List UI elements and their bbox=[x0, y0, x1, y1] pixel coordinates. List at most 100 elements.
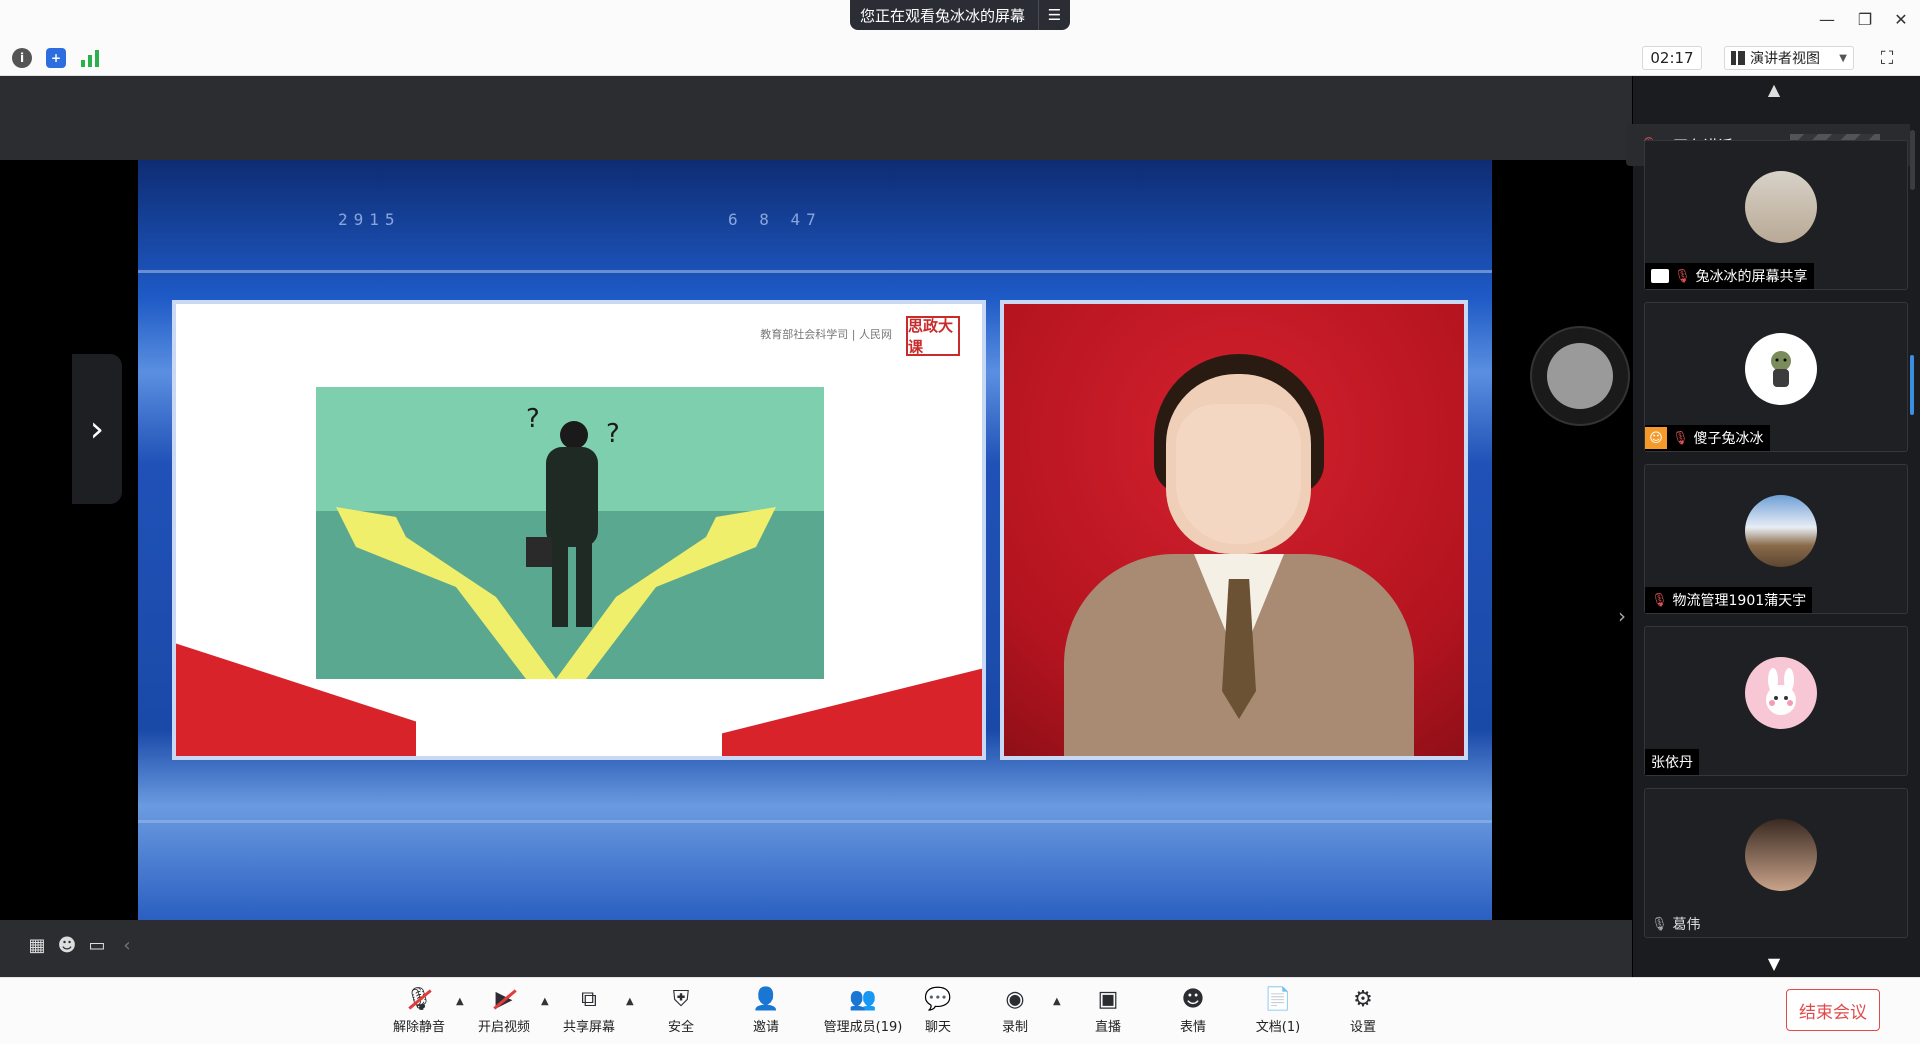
participant-card[interactable]: 🎙 葛伟 bbox=[1644, 788, 1908, 938]
security-button[interactable]: ⛨ 安全 bbox=[641, 986, 721, 1038]
share-screen-button[interactable]: ⧉ 共享屏幕 bbox=[549, 986, 629, 1038]
avatar bbox=[1745, 333, 1817, 405]
signal-icon[interactable] bbox=[80, 48, 100, 68]
caret-up-icon[interactable]: ▲ bbox=[541, 996, 549, 1007]
avatar bbox=[1745, 495, 1817, 567]
restore-button[interactable]: ❐ bbox=[1850, 6, 1880, 32]
chevron-left-icon[interactable]: ‹ bbox=[116, 935, 138, 956]
speaker-view-icon bbox=[1731, 51, 1745, 65]
add-user-icon: 👤 bbox=[752, 986, 780, 1012]
mic-muted-icon: 🎙 bbox=[405, 986, 433, 1012]
invite-button[interactable]: 👤 邀请 bbox=[726, 986, 806, 1038]
slide-header-text: 教育部社会科学司 | 人民网 bbox=[760, 328, 892, 341]
mic-muted-icon: 🎙 bbox=[1651, 916, 1668, 932]
start-video-button[interactable]: ▶ 开启视频 bbox=[464, 986, 544, 1038]
caret-up-icon[interactable]: ▲ bbox=[1053, 996, 1061, 1007]
docs-label: 文档(1) bbox=[1255, 1020, 1301, 1035]
participant-card[interactable]: ☺ 🎙 傻子兔冰冰 bbox=[1644, 302, 1908, 452]
fullscreen-icon[interactable]: ⛶ bbox=[1876, 47, 1898, 69]
live-button[interactable]: ▣ 直播 bbox=[1068, 986, 1148, 1038]
slide-content: 教育部社会科学司 | 人民网 思政大课 ? ? bbox=[172, 300, 986, 760]
svg-text:?: ? bbox=[606, 419, 620, 449]
unmute-button[interactable]: 🎙 解除静音 bbox=[379, 986, 459, 1038]
participant-tag: ☺ 🎙 傻子兔冰冰 bbox=[1645, 425, 1770, 451]
decorative-digits: 2915 bbox=[338, 210, 401, 229]
invite-label: 邀请 bbox=[752, 1020, 779, 1035]
participant-tag: 🎙 物流管理1901蒲天宇 bbox=[1645, 587, 1813, 613]
share-screen-icon: ⧉ bbox=[581, 986, 597, 1012]
share-status-banner[interactable]: 您正在观看兔冰冰的屏幕 ☰ bbox=[850, 0, 1070, 30]
chevron-right-icon[interactable]: › bbox=[1612, 601, 1632, 631]
caret-up-icon[interactable]: ▲ bbox=[626, 996, 634, 1007]
emoji-icon[interactable]: ☻ bbox=[56, 935, 78, 956]
mic-muted-icon: 🎙 bbox=[1651, 592, 1668, 608]
svg-text:?: ? bbox=[526, 404, 540, 434]
record-icon: ◉ bbox=[1005, 986, 1025, 1012]
participant-tag: 🎙 葛伟 bbox=[1645, 911, 1707, 937]
chevron-right-icon[interactable]: › bbox=[72, 354, 122, 504]
avatar bbox=[1745, 171, 1817, 243]
chevron-down-icon: ▼ bbox=[1839, 52, 1847, 64]
meeting-info-bar: i + 02:17 演讲者视图 ▼ ⛶ bbox=[0, 38, 1920, 76]
gear-icon: ⚙ bbox=[1353, 986, 1373, 1012]
document-icon: 📄 bbox=[1264, 986, 1292, 1012]
crossroads-illustration: ? ? bbox=[316, 387, 824, 679]
chat-button[interactable]: 💬 聊天 bbox=[898, 986, 978, 1038]
live-label: 直播 bbox=[1094, 1020, 1121, 1035]
triangle-up-icon[interactable]: ▲ bbox=[1762, 80, 1786, 99]
scrollbar-thumb[interactable] bbox=[1910, 355, 1914, 415]
speaker-video bbox=[1000, 300, 1468, 760]
scrollbar[interactable] bbox=[1910, 130, 1915, 190]
avatar bbox=[1745, 657, 1817, 729]
caption-icon[interactable]: ▭ bbox=[86, 935, 108, 956]
settings-button[interactable]: ⚙ 设置 bbox=[1323, 986, 1403, 1038]
info-icon[interactable]: i bbox=[12, 48, 32, 68]
manage-members-label: 管理成员(19) bbox=[823, 1020, 903, 1035]
settings-label: 设置 bbox=[1349, 1020, 1376, 1035]
live-stream-icon: ▣ bbox=[1097, 986, 1119, 1012]
meeting-timer: 02:17 bbox=[1642, 46, 1702, 70]
shield-icon: ⛨ bbox=[672, 986, 690, 1012]
participant-tag: 张依丹 bbox=[1645, 749, 1699, 775]
participant-card[interactable]: 张依丹 bbox=[1644, 626, 1908, 776]
shield-icon[interactable]: + bbox=[46, 48, 66, 68]
participant-card[interactable]: 🎙 物流管理1901蒲天宇 bbox=[1644, 464, 1908, 614]
chat-label: 聊天 bbox=[924, 1020, 951, 1035]
participant-name: 葛伟 bbox=[1672, 917, 1701, 933]
unmute-label: 解除静音 bbox=[392, 1020, 445, 1035]
shared-video-frame: 2915 6 8 47 教育部社会科学司 | 人民网 思政大课 ? ? bbox=[138, 160, 1492, 920]
triangle-down-icon[interactable]: ▼ bbox=[1762, 954, 1786, 973]
video-off-icon: ▶ bbox=[489, 986, 519, 1012]
reactions-button[interactable]: ☻ 表情 bbox=[1153, 986, 1233, 1038]
minimize-button[interactable]: — bbox=[1812, 6, 1842, 32]
host-icon: ☺ bbox=[1645, 427, 1667, 449]
slide-logo: 思政大课 bbox=[906, 316, 960, 356]
participant-name: 物流管理1901蒲天宇 bbox=[1672, 593, 1807, 609]
view-mode-dropdown[interactable]: 演讲者视图 ▼ bbox=[1724, 46, 1854, 70]
users-icon: 👥 bbox=[849, 986, 877, 1012]
floating-controls: ▦ ☻ ▭ ‹ bbox=[16, 926, 158, 964]
main-stage: 2915 6 8 47 教育部社会科学司 | 人民网 思政大课 ? ? › ▦ … bbox=[0, 76, 1632, 977]
docs-button[interactable]: 📄 文档(1) bbox=[1238, 986, 1318, 1038]
participant-tag: 🎙 兔冰冰的屏幕共享 bbox=[1645, 263, 1814, 289]
share-screen-label: 共享屏幕 bbox=[562, 1020, 615, 1035]
participant-card[interactable]: 🎙 兔冰冰的屏幕共享 bbox=[1644, 140, 1908, 290]
participant-name: 傻子兔冰冰 bbox=[1693, 431, 1764, 447]
meeting-toolbar: 🎙 解除静音 ▲ ▶ 开启视频 ▲ ⧉ 共享屏幕 ▲ ⛨ 安全 👤 邀请 👥 管… bbox=[0, 977, 1920, 1044]
decorative-digits: 6 8 47 bbox=[728, 210, 822, 229]
end-meeting-button[interactable]: 结束会议 bbox=[1786, 989, 1880, 1031]
start-video-label: 开启视频 bbox=[477, 1020, 530, 1035]
record-button[interactable]: ◉ 录制 bbox=[975, 986, 1055, 1038]
security-label: 安全 bbox=[667, 1020, 694, 1035]
view-mode-label: 演讲者视图 bbox=[1750, 51, 1820, 67]
menu-lines-icon[interactable]: ☰ bbox=[1038, 0, 1070, 30]
participant-name: 兔冰冰的屏幕共享 bbox=[1695, 269, 1808, 285]
avatar bbox=[1745, 819, 1817, 891]
screen-share-icon bbox=[1651, 269, 1669, 283]
share-status-text: 您正在观看兔冰冰的屏幕 bbox=[860, 6, 1026, 25]
mic-muted-icon: 🎙 bbox=[1674, 268, 1691, 284]
layout-grid-icon[interactable]: ▦ bbox=[26, 935, 48, 956]
emoji-icon: ☻ bbox=[1181, 986, 1205, 1012]
close-button[interactable]: ✕ bbox=[1886, 6, 1916, 32]
caret-up-icon[interactable]: ▲ bbox=[456, 996, 464, 1007]
